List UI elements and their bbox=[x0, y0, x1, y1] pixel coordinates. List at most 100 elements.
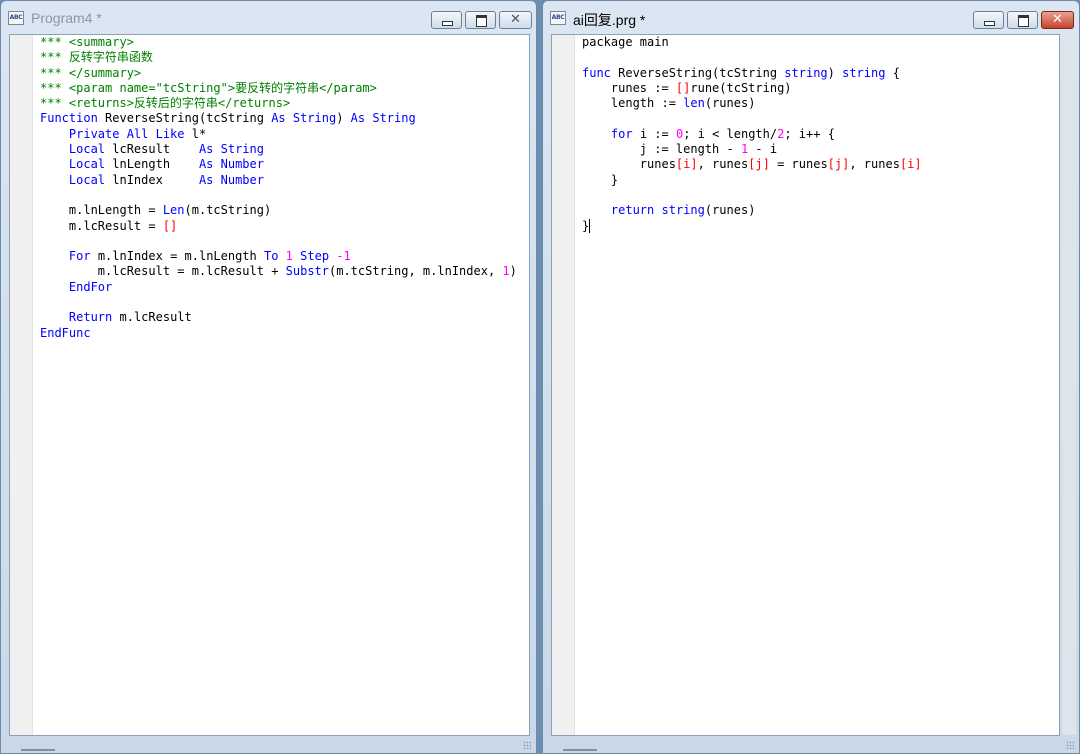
code-token: l* bbox=[184, 126, 207, 141]
code-line: *** 反转字符串函数 bbox=[40, 50, 517, 65]
code-line: *** <returns>反转后的字符串</returns> bbox=[40, 96, 517, 111]
code-editor[interactable]: *** <summary> *** 反转字符串函数 *** </summary> **… bbox=[9, 34, 530, 736]
horizontal-scroll-indicator[interactable] bbox=[21, 749, 55, 751]
window-title: Program4 * bbox=[31, 10, 102, 26]
code-token: func bbox=[582, 65, 611, 80]
code-token: (runes) bbox=[704, 203, 756, 218]
code-token: 1 bbox=[285, 249, 293, 264]
editor-gutter bbox=[10, 35, 33, 735]
code-line: Return m.lcResult bbox=[40, 310, 517, 325]
code-token: As Number bbox=[198, 172, 264, 187]
code-token: EndFor bbox=[68, 279, 113, 294]
code-token: } bbox=[582, 172, 619, 187]
maximize-icon bbox=[1018, 15, 1029, 27]
close-button[interactable]: ✕ bbox=[1041, 11, 1074, 29]
code-token: m.lnIndex = m.lnLength bbox=[90, 249, 264, 264]
code-token: runes := bbox=[582, 80, 676, 95]
code-token: m.lcResult = bbox=[40, 218, 163, 233]
code-token: [j] bbox=[827, 157, 850, 172]
code-token: rune(tcString) bbox=[690, 80, 792, 95]
vertical-scrollbar[interactable] bbox=[1062, 35, 1076, 735]
code-token: [i] bbox=[899, 157, 922, 172]
code-token: = runes bbox=[769, 157, 828, 172]
ai-reply-window: ABC ai回复.prg * ✕ package main func Revers… bbox=[542, 0, 1080, 754]
code-token: runes bbox=[582, 157, 676, 172]
minimize-button[interactable] bbox=[973, 11, 1004, 29]
code-token: As String bbox=[350, 111, 416, 126]
title-bar[interactable]: ABC Program4 * ✕ bbox=[1, 1, 536, 35]
code-token: Local bbox=[68, 142, 106, 157]
code-token: [] bbox=[675, 80, 691, 95]
code-line: m.lcResult = [] bbox=[40, 219, 517, 234]
code-token: *** 反转字符串函数 bbox=[40, 50, 153, 65]
code-token: lcResult bbox=[105, 142, 199, 157]
close-icon: ✕ bbox=[1052, 12, 1063, 27]
code-token: - i bbox=[748, 142, 778, 157]
code-line: *** </summary> bbox=[40, 66, 517, 81]
abc-document-icon: ABC bbox=[8, 11, 24, 25]
code-token: , runes bbox=[697, 157, 749, 172]
code-line: m.lcResult = m.lcResult + Substr(m.tcStr… bbox=[40, 264, 517, 279]
horizontal-scroll-indicator[interactable] bbox=[563, 749, 597, 751]
editor-gutter bbox=[552, 35, 575, 735]
title-bar[interactable]: ABC ai回复.prg * ✕ bbox=[543, 1, 1079, 35]
code-token: 1 bbox=[502, 264, 510, 279]
minimize-icon bbox=[442, 21, 453, 26]
code-line: length := len(runes) bbox=[582, 96, 922, 111]
code-token: *** </summary> bbox=[40, 65, 142, 80]
code-line: runes[i], runes[j] = runes[j], runes[i] bbox=[582, 157, 922, 172]
code-line: Function ReverseString(tcString As Strin… bbox=[40, 111, 517, 126]
code-token: string bbox=[661, 203, 705, 218]
close-button[interactable]: ✕ bbox=[499, 11, 532, 29]
code-line: for i := 0; i < length/2; i++ { bbox=[582, 127, 922, 142]
resize-grip-icon[interactable] bbox=[1066, 741, 1074, 749]
code-line: package main bbox=[582, 35, 922, 50]
maximize-button[interactable] bbox=[1007, 11, 1038, 29]
code-token: *** <param name="tcString">要反转的字符串</para… bbox=[40, 80, 377, 95]
code-token: ReverseString(tcString bbox=[97, 111, 272, 126]
code-token: package main bbox=[582, 35, 669, 49]
window-title: ai回复.prg * bbox=[573, 12, 646, 28]
maximize-icon bbox=[476, 15, 487, 27]
code-line: EndFor bbox=[40, 280, 517, 295]
code-token: ) bbox=[509, 264, 517, 279]
code-line: } bbox=[582, 173, 922, 188]
code-area: *** <summary> *** 反转字符串函数 *** </summary> **… bbox=[40, 35, 517, 341]
code-token: As String bbox=[198, 142, 264, 157]
code-editor[interactable]: package main func ReverseString(tcString … bbox=[551, 34, 1060, 736]
code-line: *** <summary> bbox=[40, 35, 517, 50]
resize-grip-icon[interactable] bbox=[523, 741, 531, 749]
code-token: lnIndex bbox=[105, 172, 199, 187]
code-token: Local bbox=[68, 172, 106, 187]
minimize-icon bbox=[984, 21, 995, 26]
code-token: Function bbox=[40, 111, 98, 126]
abc-document-icon: ABC bbox=[550, 11, 566, 25]
code-token: string bbox=[784, 65, 828, 80]
code-line: Local lnIndex As Number bbox=[40, 173, 517, 188]
code-token: string bbox=[842, 65, 886, 80]
code-token: length := bbox=[582, 96, 684, 111]
code-token: Substr bbox=[285, 264, 329, 279]
code-token: , runes bbox=[849, 157, 900, 172]
code-token: [i] bbox=[675, 157, 698, 172]
code-token: Private All Like bbox=[68, 126, 185, 141]
code-token: Len bbox=[162, 203, 185, 218]
code-token: For bbox=[68, 249, 91, 264]
code-token: [j] bbox=[748, 157, 770, 172]
code-token: m.lnLength = bbox=[40, 203, 163, 218]
maximize-button[interactable] bbox=[465, 11, 496, 29]
minimize-button[interactable] bbox=[431, 11, 462, 29]
code-line: m.lnLength = Len(m.tcString) bbox=[40, 203, 517, 218]
text-caret bbox=[589, 218, 591, 233]
